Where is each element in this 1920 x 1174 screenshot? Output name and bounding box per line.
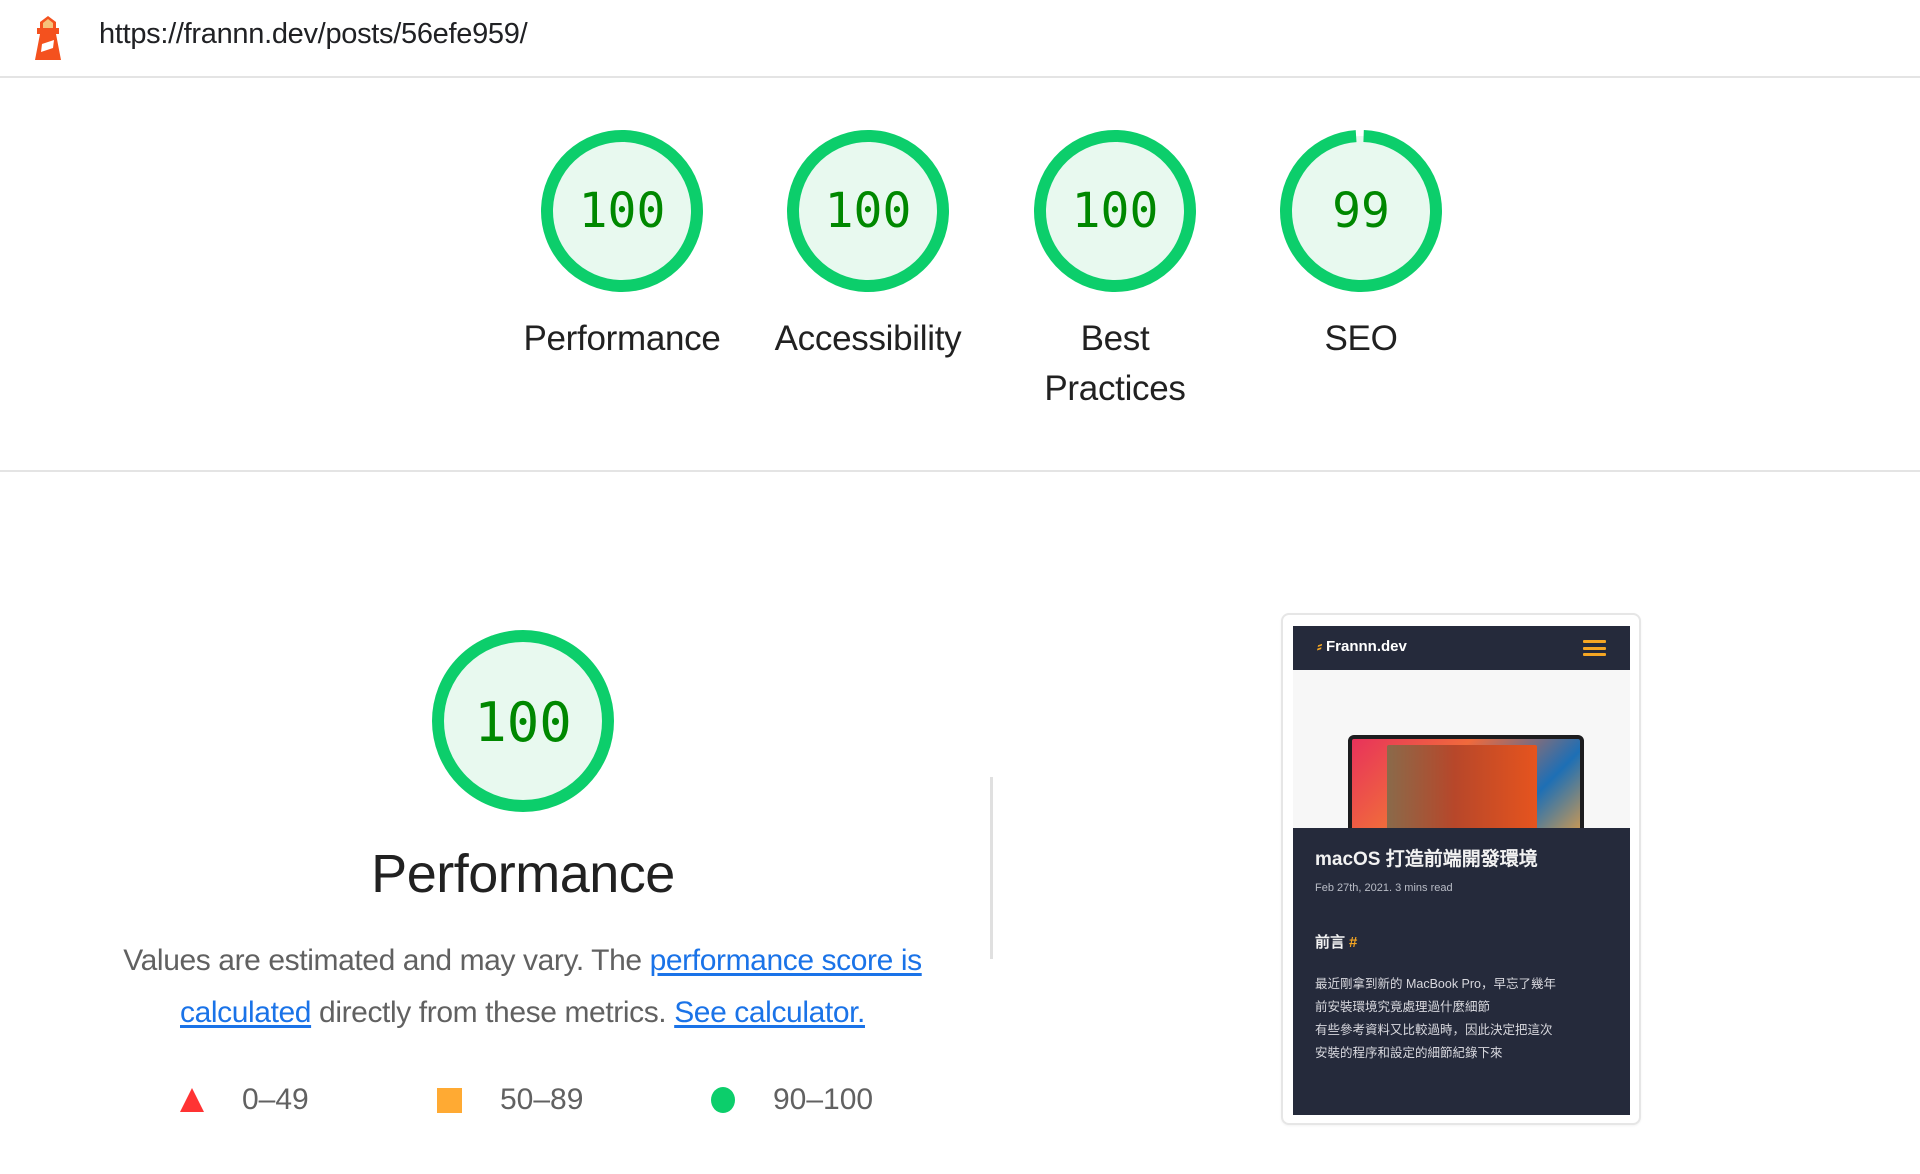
anchor-icon: # (1349, 934, 1358, 951)
hero-image (1293, 670, 1630, 860)
gauge-seo[interactable]: 99 SEO (1251, 121, 1471, 364)
lighthouse-icon (35, 16, 61, 60)
site-logo: ⸗ Frannn.dev (1317, 638, 1407, 655)
site-header: ⸗ Frannn.dev (1293, 626, 1630, 670)
performance-main-score: 100 (474, 691, 572, 754)
section-divider (0, 470, 1920, 472)
body-line: 有些參考資料又比較過時，因此決定把這次 (1315, 1023, 1553, 1037)
performance-description: Values are estimated and may vary. The p… (100, 935, 945, 1039)
performance-main-gauge: 100 (423, 621, 623, 821)
gauge-score: 100 (1071, 183, 1159, 239)
legend-pass: 90–100 (711, 1080, 873, 1120)
description-text: directly from these metrics. (311, 996, 675, 1029)
gauge-best-practices[interactable]: 100 Best Practices (1034, 121, 1196, 414)
triangle-icon (180, 1088, 204, 1112)
gauge-score: 100 (578, 183, 666, 239)
gauge-score: 99 (1332, 183, 1390, 239)
legend-fail: 0–49 (180, 1080, 309, 1120)
vertical-divider (990, 777, 993, 959)
gauge-label: SEO (1324, 319, 1398, 358)
body-line: 前安裝環境究竟處理過什麼細節 (1315, 1000, 1491, 1014)
laptop-window (1387, 745, 1537, 833)
gauge-performance[interactable]: 100 Performance (512, 121, 732, 364)
square-icon (437, 1087, 462, 1113)
body-line: 最近剛拿到新的 MacBook Pro，早忘了幾年 (1315, 977, 1557, 991)
legend-average: 50–89 (437, 1080, 583, 1120)
gauge-label: Best Practices (1044, 319, 1186, 408)
section-heading-text: 前言 (1315, 934, 1346, 951)
description-text: Values are estimated and may vary. The (123, 944, 650, 977)
body-line: 安裝的程序和設定的細節紀錄下來 (1315, 1046, 1503, 1060)
hamburger-icon (1583, 640, 1606, 656)
gauge-label: Accessibility (774, 319, 962, 358)
report-header: https://frannn.dev/posts/56efe959/ (0, 0, 1920, 78)
gauge-accessibility[interactable]: 100 Accessibility (758, 121, 978, 364)
gauge-score: 100 (824, 183, 912, 239)
screenshot-screen: ⸗ Frannn.dev macOS 打造前端開發環境 Feb 27th, 202… (1293, 626, 1630, 1115)
final-screenshot[interactable]: ⸗ Frannn.dev macOS 打造前端開發環境 Feb 27th, 202… (1281, 613, 1641, 1125)
article: macOS 打造前端開發環境 Feb 27th, 2021. 3 mins re… (1293, 828, 1630, 1115)
circle-icon (711, 1087, 735, 1113)
article-meta: Feb 27th, 2021. 3 mins read (1315, 882, 1453, 894)
page-url-link[interactable]: https://frannn.dev/posts/56efe959/ (99, 18, 528, 51)
article-title: macOS 打造前端開發環境 (1315, 849, 1538, 870)
logo-mark-icon: ⸗ (1317, 638, 1322, 655)
see-calculator-link[interactable]: See calculator. (674, 996, 865, 1029)
article-body: 最近剛拿到新的 MacBook Pro，早忘了幾年 前安裝環境究竟處理過什麼細節… (1315, 973, 1615, 1065)
section-heading: 前言 # (1315, 931, 1357, 952)
gauge-label: Performance (523, 319, 721, 358)
legend-range: 90–100 (773, 1083, 874, 1116)
site-name: Frannn.dev (1326, 638, 1407, 655)
legend-range: 0–49 (242, 1083, 309, 1116)
legend-range: 50–89 (500, 1083, 584, 1116)
performance-title: Performance (371, 844, 675, 904)
